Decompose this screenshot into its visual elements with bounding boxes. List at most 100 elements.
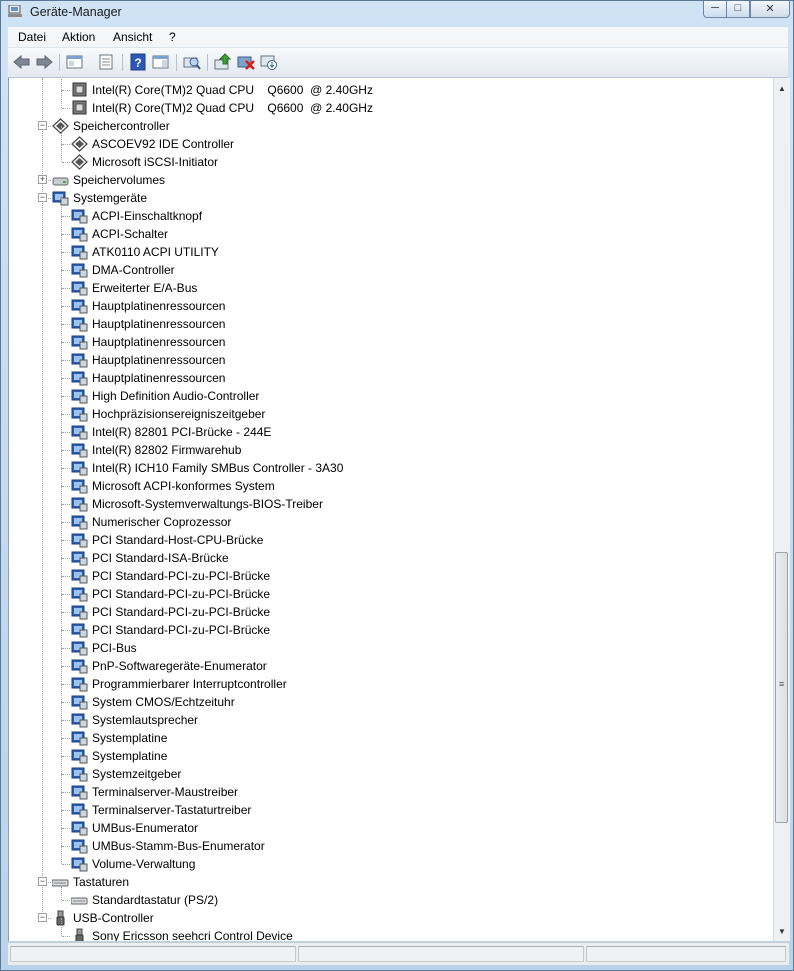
tree-item-label: Systemplatine — [92, 731, 168, 745]
tree-item-usb-controller[interactable]: Sony Ericsson seehcri Control Device — [9, 918, 769, 941]
minimize-button[interactable]: ─ — [703, 1, 727, 18]
tree-item-system-device[interactable]: Systemplatine — [9, 720, 769, 747]
tree-item-system-device[interactable]: UMBus-Enumerator — [9, 810, 769, 837]
tree-item-system-device[interactable]: Terminalserver-Tastaturtreiber — [9, 792, 769, 819]
tree-item-system-device[interactable]: PCI Standard-PCI-zu-PCI-Brücke — [9, 594, 769, 621]
tree-item-system-device[interactable]: Intel(R) 82802 Firmwarehub — [9, 432, 769, 459]
tree-item-system-device[interactable]: Volume-Verwaltung — [9, 846, 769, 873]
tree-item-system-device[interactable]: PCI Standard-Host-CPU-Brücke — [9, 522, 769, 549]
tree-guide-line — [61, 702, 62, 720]
status-cell — [298, 946, 584, 962]
system-device-icon — [71, 263, 88, 278]
tree-item-system-device[interactable]: Systemplatine — [9, 738, 769, 765]
scan-hardware-icon[interactable] — [182, 53, 202, 71]
scroll-down-button[interactable]: ▼ — [774, 923, 790, 940]
collapse-toggle[interactable]: − — [38, 913, 47, 922]
system-device-icon — [71, 569, 88, 584]
tree-item-keyboard[interactable]: Standardtastatur (PS/2) — [9, 882, 769, 909]
tree-item-system-device[interactable]: Microsoft-Systemverwaltungs-BIOS-Treiber — [9, 486, 769, 513]
tree-item-system-device[interactable]: PnP-Softwaregeräte-Enumerator — [9, 648, 769, 675]
disable-device-icon[interactable] — [259, 53, 279, 71]
forward-arrow-icon[interactable] — [34, 53, 54, 71]
tree-guide-line — [62, 900, 70, 901]
collapse-toggle[interactable]: − — [38, 193, 47, 202]
menu-datei[interactable]: Datei — [18, 30, 46, 44]
tree-item-processor[interactable]: Intel(R) Core(TM)2 Quad CPU Q6600 @ 2.40… — [9, 78, 769, 99]
tree-item-system-device[interactable]: PCI Standard-ISA-Brücke — [9, 540, 769, 567]
tree-item-storage-controller[interactable]: Microsoft iSCSI-Initiator — [9, 144, 769, 171]
title-bar[interactable]: Geräte-Manager ─ □ ✕ — [1, 1, 793, 23]
maximize-button[interactable]: □ — [726, 1, 750, 18]
tree-guide-line — [62, 234, 70, 235]
tree-item-system-device[interactable]: Intel(R) 82801 PCI-Brücke - 244E — [9, 414, 769, 441]
vertical-scrollbar[interactable]: ▲ ≡ ▼ — [773, 78, 790, 941]
menu-help[interactable]: ? — [169, 30, 176, 44]
tree-category-system-devices[interactable]: − Systemgeräte — [9, 189, 769, 207]
tree-item-system-device[interactable]: ACPI-Schalter — [9, 216, 769, 243]
tree-item-storage-controller[interactable]: ASCOEV92 IDE Controller — [9, 126, 769, 153]
device-tree[interactable]: Intel(R) Core(TM)2 Quad CPU Q6600 @ 2.40… — [8, 78, 774, 941]
system-device-icon — [71, 713, 88, 728]
tree-item-system-device[interactable]: Hauptplatinenressourcen — [9, 324, 769, 351]
tree-category-usb-controllers[interactable]: − USB-Controller — [9, 909, 769, 927]
close-button[interactable]: ✕ — [750, 1, 790, 18]
collapse-toggle[interactable]: − — [38, 121, 47, 130]
back-arrow-icon[interactable] — [12, 53, 32, 71]
system-device-icon — [71, 587, 88, 602]
tree-item-system-device[interactable]: High Definition Audio-Controller — [9, 378, 769, 405]
tree-item-system-device[interactable]: Hauptplatinenressourcen — [9, 360, 769, 387]
tree-item-label: PCI Standard-ISA-Brücke — [92, 551, 229, 565]
update-driver-icon[interactable] — [213, 53, 233, 71]
tree-item-system-device[interactable]: UMBus-Stamm-Bus-Enumerator — [9, 828, 769, 855]
tree-item-system-device[interactable]: Numerischer Coprozessor — [9, 504, 769, 531]
device-manager-window: Geräte-Manager ─ □ ✕ Datei Aktion Ansich… — [0, 0, 794, 971]
show-hide-console-tree-icon[interactable] — [65, 53, 85, 71]
expand-toggle[interactable]: + — [38, 175, 47, 184]
tree-item-label: Erweiterter E/A-Bus — [92, 281, 198, 295]
menu-ansicht[interactable]: Ansicht — [113, 30, 152, 44]
tree-item-system-device[interactable]: PCI Standard-PCI-zu-PCI-Brücke — [9, 558, 769, 585]
tree-category-storage-volumes[interactable]: + Speichervolumes — [9, 171, 769, 189]
tree-item-system-device[interactable]: Systemzeitgeber — [9, 756, 769, 783]
collapse-toggle[interactable]: − — [38, 877, 47, 886]
tree-guide-line — [61, 684, 62, 702]
uninstall-icon[interactable] — [236, 53, 256, 71]
tree-item-system-device[interactable]: Intel(R) ICH10 Family SMBus Controller -… — [9, 450, 769, 477]
show-action-pane-icon[interactable] — [151, 53, 171, 71]
tree-guide-line — [61, 144, 62, 162]
tree-item-system-device[interactable]: Erweiterter E/A-Bus — [9, 270, 769, 297]
tree-guide-line — [62, 702, 70, 703]
storage-controller-icon — [71, 136, 88, 152]
tree-category-storage-controllers[interactable]: − Speichercontroller — [9, 117, 769, 135]
tree-item-label: Volume-Verwaltung — [92, 857, 196, 871]
menu-aktion[interactable]: Aktion — [62, 30, 95, 44]
tree-guide-line — [62, 306, 70, 307]
tree-item-system-device[interactable]: PCI Standard-PCI-zu-PCI-Brücke — [9, 576, 769, 603]
scroll-up-button[interactable]: ▲ — [774, 80, 790, 97]
tree-item-system-device[interactable]: Hauptplatinenressourcen — [9, 306, 769, 333]
tree-guide-line — [61, 792, 62, 810]
tree-item-system-device[interactable]: Microsoft ACPI-konformes System — [9, 468, 769, 495]
tree-item-system-device[interactable]: Hauptplatinenressourcen — [9, 288, 769, 315]
system-device-icon — [71, 695, 88, 710]
system-device-icon — [71, 839, 88, 854]
tree-item-system-device[interactable]: ATK0110 ACPI UTILITY — [9, 234, 769, 261]
tree-item-system-device[interactable]: System CMOS/Echtzeituhr — [9, 684, 769, 711]
tree-item-system-device[interactable]: Programmierbarer Interruptcontroller — [9, 666, 769, 693]
tree-item-processor[interactable]: Intel(R) Core(TM)2 Quad CPU Q6600 @ 2.40… — [9, 90, 769, 117]
tree-category-keyboards[interactable]: − Tastaturen — [9, 873, 769, 891]
tree-item-system-device[interactable]: Hauptplatinenressourcen — [9, 342, 769, 369]
tree-item-system-device[interactable]: Systemlautsprecher — [9, 702, 769, 729]
system-device-icon — [71, 785, 88, 800]
scroll-down-arrow-icon: ▼ — [778, 927, 786, 936]
tree-item-system-device[interactable]: PCI Standard-PCI-zu-PCI-Brücke — [9, 612, 769, 639]
properties-icon[interactable] — [96, 53, 116, 71]
tree-guide-line — [61, 720, 62, 738]
scroll-thumb[interactable]: ≡ — [775, 552, 788, 823]
help-icon[interactable]: ? — [128, 53, 148, 71]
tree-item-system-device[interactable]: DMA-Controller — [9, 252, 769, 279]
tree-item-system-device[interactable]: ACPI-Einschaltknopf — [9, 198, 769, 225]
tree-item-system-device[interactable]: Terminalserver-Maustreiber — [9, 774, 769, 801]
tree-item-system-device[interactable]: PCI-Bus — [9, 630, 769, 657]
tree-item-system-device[interactable]: Hochpräzisionsereigniszeitgeber — [9, 396, 769, 423]
